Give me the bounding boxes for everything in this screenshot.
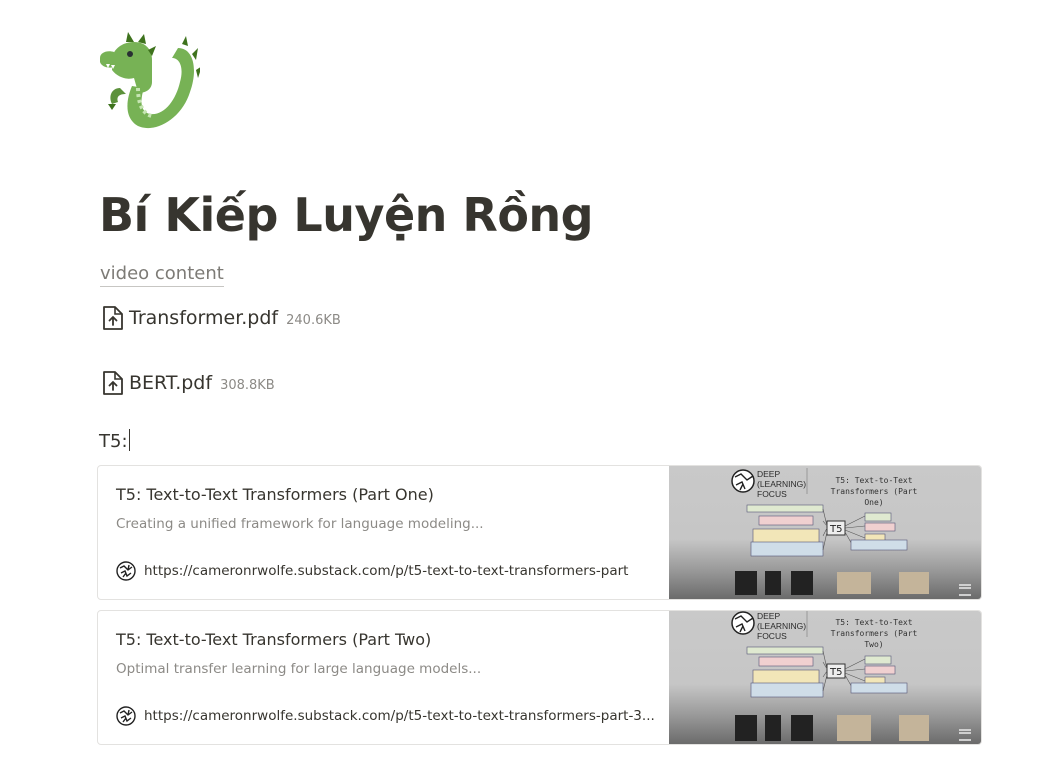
brand-line: DEEP [757,469,781,479]
bookmark-description: Optimal transfer learning for large lang… [116,661,482,677]
bookmark-title: T5: Text-to-Text Transformers (Part Two) [116,630,432,649]
text-block-content: T5: [99,431,128,452]
file-attachment-transformer[interactable]: Transformer.pdf 240.6KB [102,302,341,334]
file-upload-icon [103,371,123,395]
site-favicon-icon [116,561,136,581]
svg-text:T5: T5 [829,524,842,535]
site-favicon-icon [116,706,136,726]
bookmark-url: https://cameronrwolfe.substack.com/p/t5-… [144,563,629,579]
bookmark-url: https://cameronrwolfe.substack.com/p/t5-… [144,708,655,724]
menu-lines-icon [959,729,971,741]
file-size: 240.6KB [286,312,341,328]
thumb-title-line: Transformers (Part One) [830,487,918,507]
web-bookmark-part-two[interactable]: T5: Text-to-Text Transformers (Part Two)… [97,610,982,745]
page-title: Bí Kiếp Luyện Rồng [99,188,594,242]
dragon-emoji-icon[interactable] [98,30,202,134]
thumb-title-line: Transformers (Part Two) [830,629,918,649]
web-bookmark-part-one[interactable]: T5: Text-to-Text Transformers (Part One)… [97,465,982,600]
text-caret [128,429,130,451]
svg-text:T5: T5 [829,667,842,678]
file-name: BERT.pdf [129,372,213,394]
menu-lines-icon [959,584,971,596]
thumb-title-line: T5: Text-to-Text [835,618,913,627]
text-block-t5[interactable]: T5: [99,429,130,452]
bookmark-thumbnail: T5 DEEP (LEARNING) FOCUS T5: Text-to-Tex… [669,466,981,599]
file-upload-icon [103,306,123,330]
file-name: Transformer.pdf [129,307,279,329]
thumbnail-title: T5: Text-to-Text Transformers (Part One) [819,475,929,508]
thumbnail-brand: DEEP (LEARNING) FOCUS [757,611,806,641]
bookmark-title: T5: Text-to-Text Transformers (Part One) [116,485,434,504]
brand-line: FOCUS [757,489,787,499]
brand-line: DEEP [757,611,781,621]
brand-line: FOCUS [757,631,787,641]
bookmark-description: Creating a unified framework for languag… [116,516,484,532]
file-attachment-bert[interactable]: BERT.pdf 308.8KB [102,367,275,399]
bookmark-url-row: https://cameronrwolfe.substack.com/p/t5-… [116,561,628,581]
video-content-link[interactable]: video content [100,262,224,287]
bookmark-url-row: https://cameronrwolfe.substack.com/p/t5-… [116,706,655,726]
brand-line: (LEARNING) [757,479,807,489]
notion-page: Bí Kiếp Luyện Rồng video content Transfo… [0,0,1039,773]
thumbnail-brand: DEEP (LEARNING) FOCUS [757,469,806,499]
brand-line: (LEARNING) [757,621,807,631]
thumbnail-title: T5: Text-to-Text Transformers (Part Two) [819,617,929,650]
file-size: 308.8KB [220,377,275,393]
bookmark-thumbnail: T5 DEEP (LEARNING) FOCUS T5: Text-to-Tex… [669,611,981,744]
thumb-title-line: T5: Text-to-Text [835,476,913,485]
